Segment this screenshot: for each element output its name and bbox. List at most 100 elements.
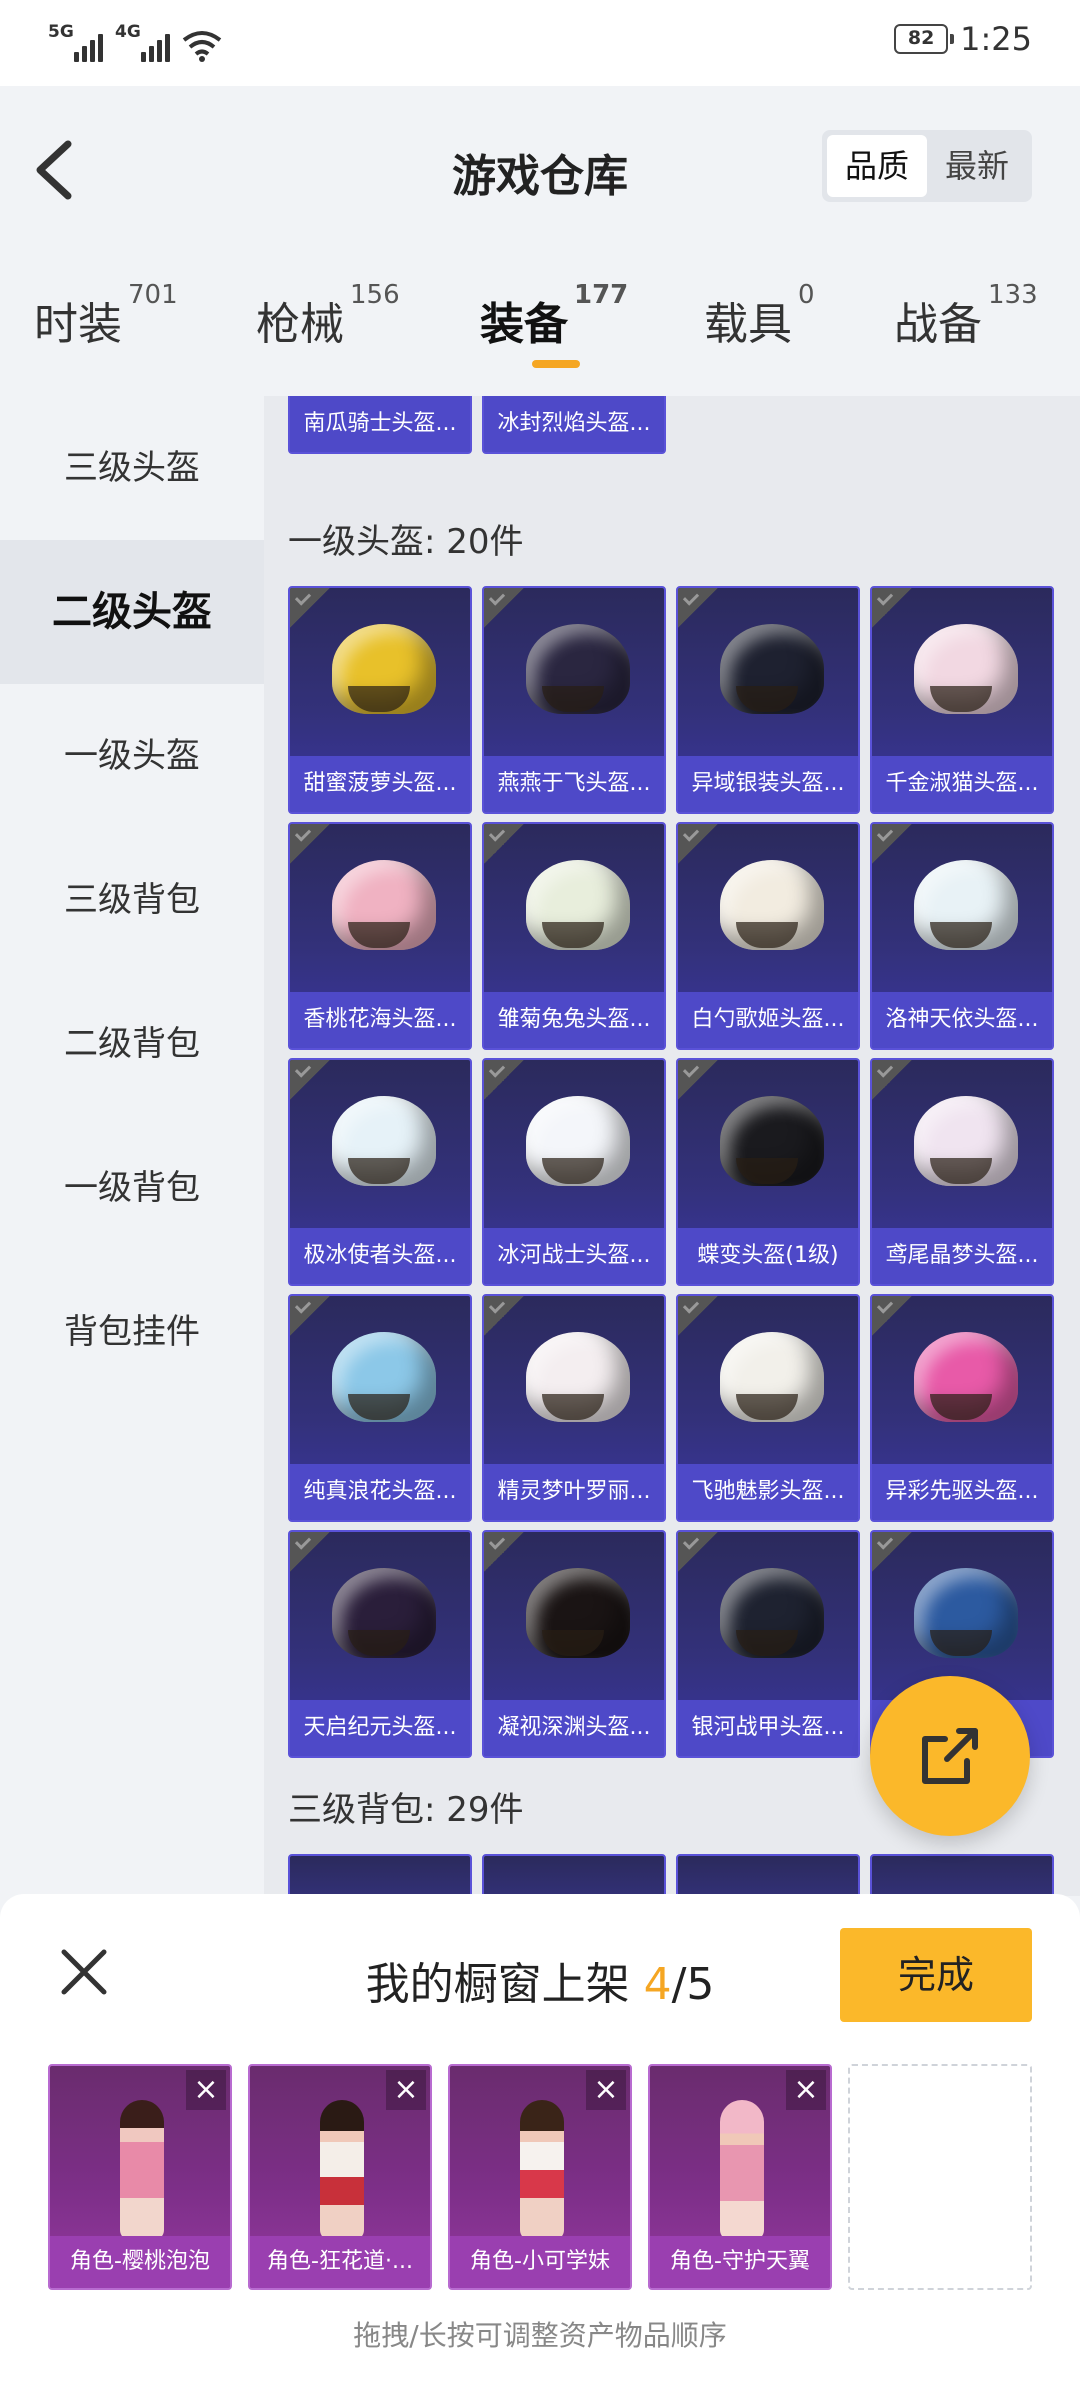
sidebar-item-backpack-charm[interactable]: 背包挂件 [0,1260,264,1404]
sidebar-item-level2-backpack[interactable]: 二级背包 [0,972,264,1116]
tab-label: 战备 [894,299,982,350]
item-label: 飞驰魅影头盔... [678,1464,858,1520]
remove-icon[interactable]: × [786,2070,826,2110]
category-tabs: 时装701 枪械156 装备177 载具0 战备133 [0,256,1080,396]
showcase-slot[interactable]: × 角色-樱桃泡泡 [48,2064,232,2290]
owned-check-icon [484,588,524,628]
status-bar: 5G 4G 82 1:25 [0,0,1080,86]
owned-check-icon [678,1532,718,1572]
tab-equipment[interactable]: 装备177 [480,280,628,352]
item-card[interactable]: 鸢尾晶梦头盔... [870,1058,1054,1286]
item-card[interactable]: 异域银装头盔... [676,586,860,814]
item-card[interactable]: 洛神天依头盔... [870,822,1054,1050]
tab-supplies[interactable]: 战备133 [894,280,1038,352]
sidebar-item-level1-helmet[interactable]: 一级头盔 [0,684,264,828]
item-card[interactable]: 千金淑猫头盔... [870,586,1054,814]
sort-newest-button[interactable]: 最新 [927,135,1027,197]
owned-check-icon [484,1532,524,1572]
item-card[interactable]: 精灵梦叶罗丽... [482,1294,666,1522]
slot-label: 角色-守护天翼 [650,2236,830,2288]
remove-icon[interactable]: × [386,2070,426,2110]
tab-vehicles[interactable]: 载具0 [704,280,815,352]
remove-icon[interactable]: × [586,2070,626,2110]
slot-label: 角色-樱桃泡泡 [50,2236,230,2288]
owned-check-icon [484,1296,524,1336]
item-label: 天启纪元头盔... [290,1700,470,1756]
remove-icon[interactable]: × [186,2070,226,2110]
owned-check-icon [872,588,912,628]
section-title-level1-helmet: 一级头盔: 20件 [288,522,524,562]
battery-icon: 82 [894,24,955,54]
item-card[interactable] [870,1854,1054,1896]
showcase-slot[interactable]: × 角色-守护天翼 [648,2064,832,2290]
item-card[interactable]: 冰河战士头盔... [482,1058,666,1286]
item-card[interactable]: 天启纪元头盔... [288,1530,472,1758]
item-card[interactable]: 凝视深渊头盔... [482,1530,666,1758]
tab-count: 177 [574,280,629,310]
sidebar-item-level1-backpack[interactable]: 一级背包 [0,1116,264,1260]
done-button[interactable]: 完成 [840,1928,1032,2022]
item-card[interactable]: 冰封烈焰头盔... [482,396,666,454]
tab-count: 156 [350,280,400,310]
tab-count: 133 [988,280,1038,310]
tab-count: 701 [128,280,178,310]
tab-label: 时装 [34,299,122,350]
item-card[interactable] [676,1854,860,1896]
item-label: 甜蜜菠萝头盔... [290,756,470,812]
header: 游戏仓库 品质 最新 [0,86,1080,256]
tab-fashion[interactable]: 时装701 [34,280,178,352]
tab-label: 载具 [704,299,792,350]
tab-guns[interactable]: 枪械156 [256,280,400,352]
item-card[interactable]: 燕燕于飞头盔... [482,586,666,814]
item-card[interactable]: 白勺歌姬头盔... [676,822,860,1050]
item-label: 冰河战士头盔... [484,1228,664,1284]
item-card[interactable]: 银河战甲头盔... [676,1530,860,1758]
item-card[interactable]: 异彩先驱头盔... [870,1294,1054,1522]
item-label: 千金淑猫头盔... [872,756,1052,812]
tab-label: 枪械 [256,299,344,350]
owned-check-icon [872,1296,912,1336]
owned-check-icon [678,824,718,864]
signal-label: 4G [115,22,141,42]
item-card[interactable]: 极冰使者头盔... [288,1058,472,1286]
tab-count: 0 [798,280,815,310]
item-label: 异域银装头盔... [678,756,858,812]
item-card[interactable]: 香桃花海头盔... [288,822,472,1050]
signal-label: 5G [48,22,74,42]
owned-check-icon [678,588,718,628]
share-button[interactable] [870,1676,1030,1836]
sidebar-item-level3-backpack[interactable]: 三级背包 [0,828,264,972]
owned-check-icon [678,1060,718,1100]
item-card[interactable]: 纯真浪花头盔... [288,1294,472,1522]
sidebar-item-level3-helmet[interactable]: 三级头盔 [0,396,264,540]
section-title-level3-backpack: 三级背包: 29件 [288,1790,524,1830]
showcase-sheet: 我的橱窗上架 4/5 完成 × 角色-樱桃泡泡 × 角色-狂花道·... × 角… [0,1894,1080,2400]
item-card[interactable] [482,1854,666,1896]
item-card[interactable]: 雏菊兔兔头盔... [482,822,666,1050]
item-card[interactable]: 南瓜骑士头盔... [288,396,472,454]
item-label: 凝视深渊头盔... [484,1700,664,1756]
item-label: 冰封烈焰头盔... [484,396,664,452]
sidebar-item-level2-helmet[interactable]: 二级头盔 [0,540,264,684]
shelf-count: 4 [643,1959,672,2010]
sort-quality-button[interactable]: 品质 [827,135,927,197]
owned-check-icon [484,824,524,864]
item-card[interactable] [288,1854,472,1896]
item-card[interactable]: 飞驰魅影头盔... [676,1294,860,1522]
shelf-total: /5 [671,1959,715,2010]
owned-check-icon [290,588,330,628]
owned-check-icon [872,1060,912,1100]
showcase-slot[interactable]: × 角色-小可学妹 [448,2064,632,2290]
item-card[interactable]: 甜蜜菠萝头盔... [288,586,472,814]
showcase-slot[interactable]: × 角色-狂花道·... [248,2064,432,2290]
tab-label: 装备 [480,299,568,350]
item-label: 银河战甲头盔... [678,1700,858,1756]
item-label: 白勺歌姬头盔... [678,992,858,1048]
item-card[interactable]: 蝶变头盔(1级) [676,1058,860,1286]
item-label: 纯真浪花头盔... [290,1464,470,1520]
item-label: 异彩先驱头盔... [872,1464,1052,1520]
item-label: 鸢尾晶梦头盔... [872,1228,1052,1284]
item-label: 精灵梦叶罗丽... [484,1464,664,1520]
empty-showcase-slot[interactable] [848,2064,1032,2290]
item-label: 蝶变头盔(1级) [678,1228,858,1284]
